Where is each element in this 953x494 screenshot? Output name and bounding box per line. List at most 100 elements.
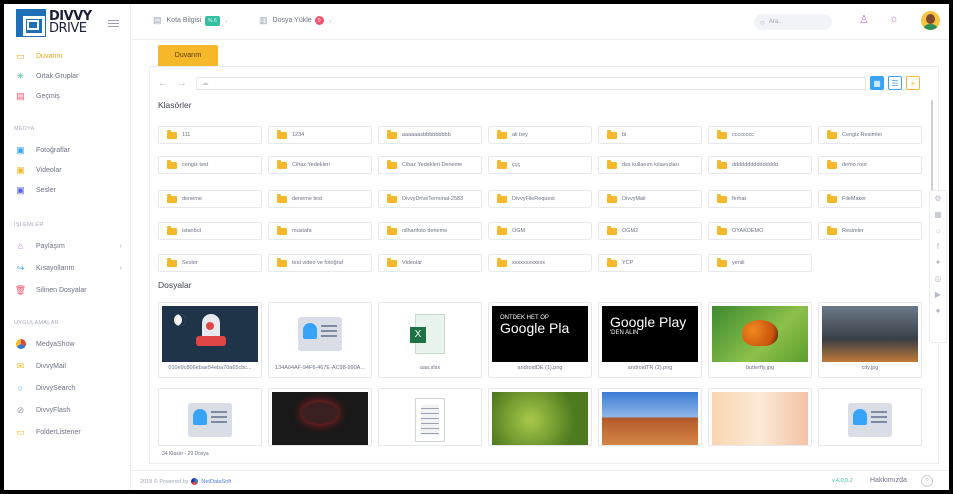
sidebar-item-label: Kısayollarım [36, 264, 75, 272]
folder-item[interactable]: bl [598, 126, 702, 144]
folder-item[interactable]: xxxxxxxxxxxx [488, 254, 592, 272]
grid-view-button[interactable]: ▦ [870, 76, 884, 90]
folder-item[interactable]: istanbul [158, 222, 262, 240]
folder-item[interactable]: ççç [488, 156, 592, 174]
app-window: DIVVY DRIVE ▭ Duvarım ✳ Ortak Gruplar ▤ … [4, 4, 949, 490]
section-title-apps: UYGULAMALAR [14, 320, 59, 326]
file-card[interactable] [488, 388, 592, 446]
folder-item[interactable]: Videolar [378, 254, 482, 272]
settings-icon[interactable]: ☼ [889, 13, 899, 25]
folder-item[interactable]: Cihaz Yedekleri Deneme [378, 156, 482, 174]
path-input[interactable]: ☁ [195, 76, 866, 90]
folder-item[interactable]: aaaaaasbbbbbbbbb [378, 126, 482, 144]
menu-toggle-icon[interactable] [108, 20, 119, 29]
folder-item[interactable]: mustafa [268, 222, 372, 240]
quota-menu[interactable]: ▤ Kota Bilgisi % 6 ⌄ [153, 15, 229, 26]
folder-icon [387, 257, 397, 267]
folder-item[interactable]: cengiz test [158, 156, 262, 174]
folder-icon [607, 257, 617, 267]
folder-item[interactable]: ferhat [708, 190, 812, 208]
folder-item[interactable]: cccccccc [708, 126, 812, 144]
facebook-icon[interactable]: f [930, 239, 946, 255]
file-name: aaa.xlsx [419, 365, 441, 371]
grid-icon[interactable]: ▦ [930, 207, 946, 223]
folder-icon [277, 257, 287, 267]
search-input[interactable]: ○ Ara... [754, 14, 832, 30]
folder-item[interactable]: DivvyDriveTerminal-2583 [378, 190, 482, 208]
file-card[interactable]: ONTDEK HET OP Google Pla androidDE (1).png [488, 302, 592, 378]
apple-icon[interactable]: ● [930, 303, 946, 319]
folder-label: istanbul [182, 228, 201, 234]
sidebar-item-paylasim[interactable]: ⌂ Paylaşım › [4, 236, 130, 256]
help-icon[interactable]: ? [921, 475, 933, 487]
sidebar-item-duvarim[interactable]: ▭ Duvarım [4, 46, 130, 66]
about-link[interactable]: Hakkımızda [870, 477, 907, 484]
folder-item[interactable]: test video ve fotoğraf [268, 254, 372, 272]
sidebar-item-gecmis[interactable]: ▤ Geçmiş [4, 86, 130, 106]
sidebar-item-label: Silinen Dosyalar [36, 286, 87, 294]
company-link[interactable]: NetDataSoft [201, 479, 231, 485]
back-forward-icon[interactable]: ← → [158, 78, 190, 89]
instagram-icon[interactable]: ◎ [930, 271, 946, 287]
sidebar-item-sesler[interactable]: ▣ Sesler [4, 180, 130, 200]
notification-bell-icon[interactable]: ♙ [859, 13, 869, 26]
sidebar-item-folderlistener[interactable]: ▭ FolderListener [4, 422, 130, 442]
file-card[interactable]: butterfly.jpg [708, 302, 812, 378]
file-card[interactable] [818, 388, 922, 446]
sidebar-item-divvysearch[interactable]: ○ DivvySearch [4, 378, 130, 398]
folder-item[interactable]: deneme [158, 190, 262, 208]
file-card[interactable]: Google Play 'DEN ALIN androidTR (2).png [598, 302, 702, 378]
folder-item[interactable]: demo root [818, 156, 922, 174]
sidebar-item-videolar[interactable]: ▣ Videolar [4, 160, 130, 180]
add-button[interactable]: + [906, 76, 920, 90]
file-thumbnail [492, 392, 588, 445]
folder-item[interactable]: Cihaz Yedekleri [268, 156, 372, 174]
sidebar-item-divvymail[interactable]: ✉ DivvyMail [4, 356, 130, 376]
gear-icon[interactable]: ☼ [930, 223, 946, 239]
logo[interactable]: DIVVY DRIVE [16, 9, 92, 37]
file-card[interactable]: city.jpg [818, 302, 922, 378]
folder-item[interactable]: OGM2 [598, 222, 702, 240]
folder-item[interactable]: dss kullanım kılavuzları [598, 156, 702, 174]
settings-icon[interactable]: ⚙ [930, 191, 946, 207]
file-card[interactable]: 134A04AF-94F6-467E-AC98-990A... [268, 302, 372, 378]
file-card[interactable]: Xaaa.xlsx [378, 302, 482, 378]
topbar: ▤ Kota Bilgisi % 6 ⌄ ▥ Dosya Yükle 0 ⌄ ○… [131, 4, 949, 40]
sidebar-item-medyashow[interactable]: MedyaShow [4, 334, 130, 354]
folder-item[interactable]: ddddddddddddddd [708, 156, 812, 174]
folder-item[interactable]: DivvyMail [598, 190, 702, 208]
folder-item[interactable]: nilhanfoto deneme [378, 222, 482, 240]
twitter-icon[interactable]: ✦ [930, 255, 946, 271]
file-card[interactable] [268, 388, 372, 446]
sidebar-item-kisayollarim[interactable]: ↪ Kısayollarım › [4, 258, 130, 278]
sidebar-item-silinen-dosyalar[interactable]: 🗑︎ Silinen Dosyalar [4, 280, 130, 300]
folder-item[interactable]: OGM [488, 222, 592, 240]
folder-item[interactable]: 111 [158, 126, 262, 144]
play-store-icon[interactable]: ▶ [930, 287, 946, 303]
folder-item[interactable]: deneme test [268, 190, 372, 208]
folder-icon [607, 193, 617, 203]
folder-item[interactable]: yenili [708, 254, 812, 272]
folder-item[interactable]: 1234 [268, 126, 372, 144]
sidebar-item-ortak-gruplar[interactable]: ✳ Ortak Gruplar [4, 66, 130, 86]
upload-menu[interactable]: ▥ Dosya Yükle 0 ⌄ [259, 15, 333, 26]
folder-icon [167, 225, 177, 235]
file-card[interactable] [708, 388, 812, 446]
folder-item[interactable]: Cengiz Resimler [818, 126, 922, 144]
file-card[interactable] [378, 388, 482, 446]
tab-duvarim[interactable]: Duvarım [158, 45, 218, 66]
folder-item[interactable]: Resimler [818, 222, 922, 240]
file-card[interactable]: 010e9c806ebae54eba70a65cbc... [158, 302, 262, 378]
sidebar-item-fotograflar[interactable]: ▣ Fotoğraflar [4, 140, 130, 160]
folder-item[interactable]: YCP [598, 254, 702, 272]
file-card[interactable] [158, 388, 262, 446]
folder-item[interactable]: ali bey [488, 126, 592, 144]
avatar[interactable] [921, 11, 940, 30]
folder-item[interactable]: FileMaker [818, 190, 922, 208]
folder-item[interactable]: OYAKDEMO [708, 222, 812, 240]
file-card[interactable] [598, 388, 702, 446]
sidebar-item-divvyflash[interactable]: ⊘ DivvyFlash [4, 400, 130, 420]
folder-item[interactable]: DivvyFileRequest [488, 190, 592, 208]
list-view-button[interactable]: ☰ [888, 76, 902, 90]
folder-item[interactable]: Sesler [158, 254, 262, 272]
